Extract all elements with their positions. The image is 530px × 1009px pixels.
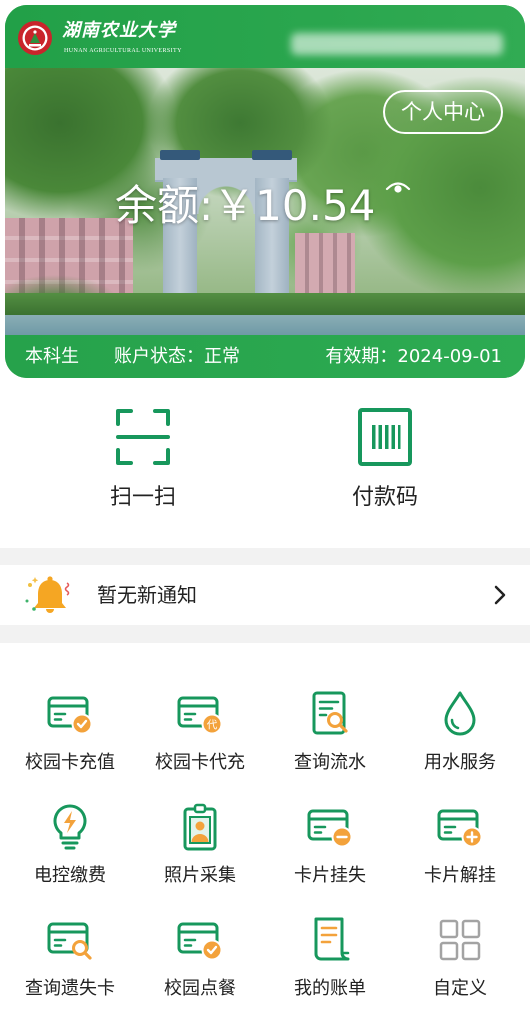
separator	[0, 625, 530, 643]
card-header: 湖南农业大学 HUNAN AGRICULTURAL UNIVERSITY	[5, 5, 525, 68]
photo-badge-icon	[183, 803, 217, 851]
water-drop-icon	[444, 691, 476, 736]
service-customize[interactable]: 自定义	[395, 909, 525, 1009]
service-card-recharge[interactable]: 校园卡充值	[5, 683, 135, 796]
service-label: 用水服务	[424, 752, 496, 773]
university-name-en: HUNAN AGRICULTURAL UNIVERSITY	[64, 48, 182, 54]
service-card-report-loss[interactable]: 卡片挂失	[265, 796, 395, 909]
balance-amount: ￥10.54	[213, 181, 376, 230]
payment-code-button[interactable]: 付款码	[305, 408, 465, 513]
service-label: 我的账单	[294, 978, 366, 999]
gate-cap-right	[252, 150, 292, 160]
service-label: 电控缴费	[34, 865, 106, 886]
service-label: 卡片解挂	[424, 865, 496, 886]
service-label: 校园卡代充	[155, 752, 245, 773]
card-report-loss-icon	[307, 809, 353, 848]
service-card-proxy-recharge[interactable]: 代 校园卡代充	[135, 683, 265, 796]
services-grid: 校园卡充值 代 校园卡代充 查询流水 用水服务 电控缴费 照片采集 卡片挂失 卡…	[5, 683, 525, 1009]
service-label: 照片采集	[164, 865, 236, 886]
separator	[0, 548, 530, 565]
gate-cap-left	[160, 150, 200, 160]
eye-icon[interactable]	[385, 178, 411, 198]
balance-display: 余额:￥10.54	[115, 178, 375, 234]
university-name: 湖南农业大学	[62, 20, 176, 41]
card-order-icon	[177, 922, 223, 961]
payment-code-label: 付款码	[351, 485, 418, 510]
notice-row[interactable]: 暂无新通知	[0, 565, 530, 625]
scan-icon	[116, 409, 170, 465]
service-label: 校园点餐	[164, 978, 236, 999]
service-card-unfreeze[interactable]: 卡片解挂	[395, 796, 525, 909]
service-label: 校园卡充值	[25, 752, 115, 773]
expiry-value: 2024-09-01	[397, 346, 502, 367]
transaction-query-icon	[312, 691, 348, 735]
card-proxy-recharge-icon: 代	[177, 696, 223, 735]
expiry-label: 有效期：	[325, 346, 398, 367]
service-my-bill[interactable]: 我的账单	[265, 909, 395, 1009]
profile-center-button[interactable]: 个人中心	[383, 90, 503, 134]
balance-label: 余额:	[115, 181, 214, 230]
photo-hedge	[5, 293, 525, 315]
service-label: 查询流水	[294, 752, 366, 773]
account-status-label: 账户状态：	[114, 346, 204, 367]
university-emblem-icon	[18, 21, 52, 55]
service-electricity[interactable]: 电控缴费	[5, 796, 135, 909]
service-label: 自定义	[433, 978, 487, 999]
scan-button[interactable]: 扫一扫	[63, 408, 223, 513]
account-status: 账户状态：正常	[114, 335, 240, 378]
account-status-value: 正常	[204, 346, 240, 367]
card-footer: 本科生 账户状态：正常 有效期：2024-09-01	[5, 335, 525, 378]
card-expiry: 有效期：2024-09-01	[325, 335, 502, 378]
lost-card-search-icon	[47, 922, 92, 960]
lightbulb-icon	[53, 804, 87, 850]
user-name-redacted	[291, 33, 503, 55]
service-label: 卡片挂失	[294, 865, 366, 886]
scan-label: 扫一扫	[109, 485, 176, 510]
service-lost-card-search[interactable]: 查询遗失卡	[5, 909, 135, 1009]
service-label: 查询遗失卡	[25, 978, 115, 999]
customize-grid-icon	[439, 919, 481, 961]
user-type: 本科生	[25, 346, 79, 367]
proxy-badge-text: 代	[207, 719, 218, 731]
bell-icon	[25, 576, 70, 613]
bill-icon	[314, 917, 350, 961]
service-campus-order[interactable]: 校园点餐	[135, 909, 265, 1009]
chevron-right-icon	[494, 585, 506, 605]
barcode-icon	[358, 408, 412, 466]
photo-building-right	[295, 233, 355, 293]
campus-card: 湖南农业大学 HUNAN AGRICULTURAL UNIVERSITY 个人中…	[5, 5, 525, 378]
service-transaction-query[interactable]: 查询流水	[265, 683, 395, 796]
service-water[interactable]: 用水服务	[395, 683, 525, 796]
card-unfreeze-icon	[437, 809, 483, 848]
card-recharge-icon	[47, 696, 93, 735]
photo-ground	[5, 315, 525, 335]
notice-text: 暂无新通知	[97, 583, 197, 607]
service-photo-collection[interactable]: 照片采集	[135, 796, 265, 909]
